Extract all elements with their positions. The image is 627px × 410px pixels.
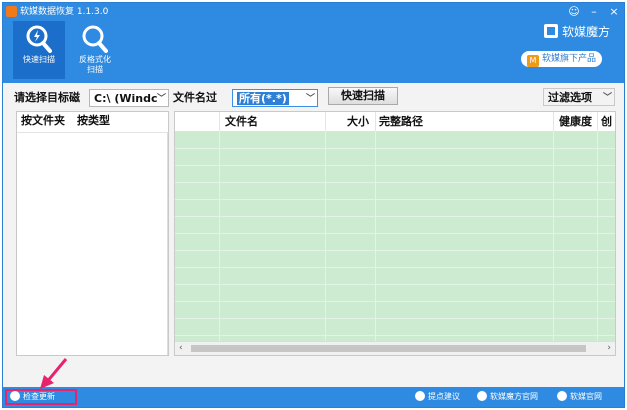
col-created[interactable]: 创 <box>601 112 612 131</box>
disk-label: 请选择目标磁 <box>14 91 80 104</box>
title-bar: 软媒数据恢复 1.1.3.0 ☺ – × <box>3 3 624 21</box>
app-window: 软媒数据恢复 1.1.3.0 ☺ – × 快速扫描 反格式化 扫描 软媒魔方 M… <box>2 2 625 408</box>
divider <box>553 112 554 131</box>
tool-quick-scan-label: 快速扫描 <box>23 55 55 64</box>
table-row-divider <box>175 199 615 200</box>
filename-label: 文件名过 <box>173 91 217 104</box>
col-size[interactable]: 大小 <box>347 112 369 131</box>
table-row-divider <box>175 233 615 234</box>
quick-scan-icon <box>26 25 52 53</box>
table-row-divider <box>175 267 615 268</box>
table-row-divider <box>175 250 615 251</box>
tool-quick-scan[interactable]: 快速扫描 <box>13 21 65 79</box>
table-row-divider <box>175 182 615 183</box>
close-button[interactable]: × <box>604 3 624 21</box>
brand-products-link[interactable]: M 软媒旗下产品 <box>520 51 602 67</box>
brand-sub-label: 软媒旗下产品 <box>541 54 596 64</box>
scroll-right-icon[interactable]: › <box>607 342 611 355</box>
brand[interactable]: 软媒魔方 <box>543 23 610 40</box>
divider <box>325 112 326 131</box>
web-icon <box>477 391 487 401</box>
filename-select-value: 所有(*.*) <box>237 92 289 105</box>
col-filename[interactable]: 文件名 <box>225 112 258 131</box>
web-icon <box>557 391 567 401</box>
tab-by-folder[interactable]: 按文件夹 <box>21 112 65 130</box>
col-health[interactable]: 健康度 <box>559 112 592 131</box>
brand-name: 软媒魔方 <box>561 25 610 39</box>
filter-options-label: 过滤选项 <box>548 91 592 104</box>
divider <box>219 131 220 341</box>
status-bar: 检查更新 提点建议 软媒魔方官网 软媒官网 <box>3 387 624 407</box>
suggest-label: 提点建议 <box>428 392 460 401</box>
divider <box>375 112 376 131</box>
left-panel: 按文件夹 按类型 <box>16 111 169 356</box>
scrollbar-thumb[interactable] <box>191 345 586 352</box>
quick-scan-button[interactable]: 快速扫描 <box>328 87 398 105</box>
header: 软媒数据恢复 1.1.3.0 ☺ – × 快速扫描 反格式化 扫描 软媒魔方 M… <box>3 3 624 83</box>
divider <box>597 131 598 341</box>
table-row-divider <box>175 216 615 217</box>
unformat-scan-icon <box>82 25 108 53</box>
filename-select[interactable]: 所有(*.*) ﹀ <box>232 89 318 107</box>
window-title: 软媒数据恢复 1.1.3.0 <box>20 7 109 17</box>
divider <box>219 112 220 131</box>
divider <box>597 112 598 131</box>
skin-button[interactable]: ☺ <box>564 3 584 21</box>
update-icon <box>10 391 20 401</box>
tool-unformat-scan-label-1: 反格式化 <box>79 55 111 64</box>
site2-label: 软媒官网 <box>570 392 602 401</box>
brand-logo-icon <box>543 24 558 38</box>
divider <box>325 131 326 341</box>
disk-select[interactable]: C:\ (Windc ﹀ <box>89 89 169 107</box>
table-row-divider <box>175 318 615 319</box>
tool-unformat-scan-label-2: 扫描 <box>87 65 103 74</box>
left-panel-scrollbar[interactable] <box>167 132 168 355</box>
scroll-left-icon[interactable]: ‹ <box>179 342 183 355</box>
site2-link[interactable]: 软媒官网 <box>557 387 602 407</box>
table-row-divider <box>175 148 615 149</box>
table-header: 文件名 大小 完整路径 健康度 创 <box>175 112 615 132</box>
minimize-button[interactable]: – <box>584 3 604 21</box>
tool-unformat-scan[interactable]: 反格式化 扫描 <box>69 21 121 79</box>
site1-label: 软媒魔方官网 <box>490 392 538 401</box>
chevron-down-icon: ﹀ <box>156 94 166 104</box>
check-update-label: 检查更新 <box>23 392 55 401</box>
divider <box>553 131 554 341</box>
divider <box>375 131 376 341</box>
tab-by-type[interactable]: 按类型 <box>75 112 112 130</box>
site1-link[interactable]: 软媒魔方官网 <box>477 387 538 407</box>
disk-select-value: C:\ (Windc <box>94 92 158 105</box>
brand-badge-icon: M <box>526 55 539 67</box>
table-row-divider <box>175 301 615 302</box>
table-row-divider <box>175 165 615 166</box>
annotation-arrow-icon <box>40 358 68 389</box>
chevron-down-icon: ﹀ <box>602 93 612 103</box>
table-row-divider <box>175 335 615 336</box>
chevron-down-icon: ﹀ <box>305 94 315 104</box>
table-row-divider <box>175 284 615 285</box>
feedback-icon <box>415 391 425 401</box>
table-body <box>175 131 615 341</box>
horizontal-scrollbar[interactable]: ‹ › <box>175 341 615 355</box>
col-full-path[interactable]: 完整路径 <box>379 112 423 131</box>
filter-options-button[interactable]: 过滤选项 ﹀ <box>543 88 615 106</box>
suggest-link[interactable]: 提点建议 <box>415 387 460 407</box>
app-logo-icon <box>6 6 17 17</box>
divider <box>17 132 168 133</box>
file-table[interactable]: 文件名 大小 完整路径 健康度 创 ‹ › <box>174 111 616 356</box>
